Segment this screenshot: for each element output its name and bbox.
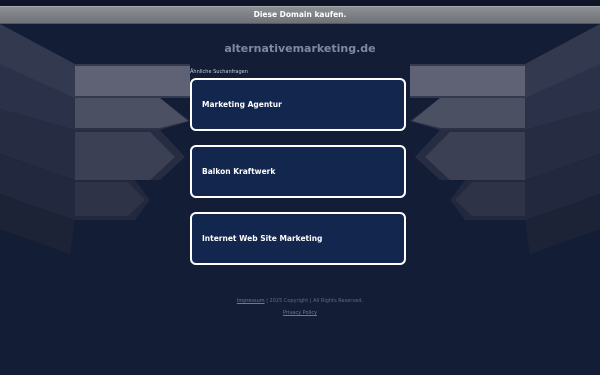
privacy-policy-link[interactable]: Privacy Policy (283, 310, 317, 316)
related-link-marketing-agentur[interactable]: Marketing Agentur (190, 78, 406, 131)
domain-title: alternativemarketing.de (224, 42, 376, 55)
footer-privacy-line: Privacy Policy (0, 310, 600, 316)
buy-domain-bar[interactable]: Diese Domain kaufen. (0, 6, 600, 24)
related-link-balkon-kraftwerk[interactable]: Balkon Kraftwerk (190, 145, 406, 198)
related-searches-label: Ähnliche Suchanfragen (190, 69, 248, 75)
imprint-link[interactable]: Impressum (237, 298, 265, 304)
background-arrows (0, 24, 600, 375)
footer-copyright-line: Impressum | 2025 Copyright | All Rights … (0, 298, 600, 304)
copyright-text: | 2025 Copyright | All Rights Reserved. (264, 298, 364, 304)
buy-domain-link[interactable]: Diese Domain kaufen. (0, 7, 600, 23)
related-link-internet-web-site-marketing[interactable]: Internet Web Site Marketing (190, 212, 406, 265)
